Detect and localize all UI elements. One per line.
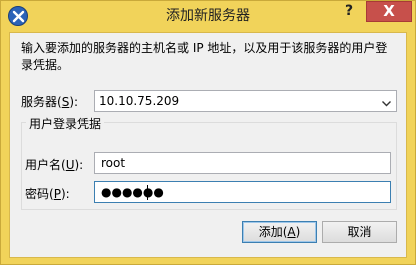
- username-hotkey: U: [65, 158, 75, 172]
- server-combobox[interactable]: 10.10.75.209: [94, 90, 397, 112]
- password-label-text: 密码: [25, 187, 50, 201]
- help-button[interactable]: ?: [334, 1, 364, 22]
- server-label-text: 服务器: [21, 95, 58, 109]
- server-hotkey: S: [61, 95, 70, 109]
- username-label-text: 用户名: [25, 158, 62, 172]
- text-caret: [147, 185, 148, 200]
- username-value[interactable]: root: [101, 156, 125, 170]
- dialog-body: 输入要添加的服务器的主机名或 IP 地址，以及用于该服务器的用户登录凭据。 服务…: [9, 32, 407, 258]
- password-field[interactable]: ●●●●●●: [94, 181, 391, 203]
- dialog-window: 添加新服务器 ? X 输入要添加的服务器的主机名或 IP 地址，以及用于该服务器…: [0, 0, 416, 265]
- close-button[interactable]: X: [366, 1, 412, 22]
- add-button-label: 添加: [258, 225, 283, 239]
- instruction-text: 输入要添加的服务器的主机名或 IP 地址，以及用于该服务器的用户登录凭据。: [21, 41, 388, 72]
- username-label: 用户名(U):: [25, 158, 84, 172]
- cancel-button[interactable]: 取消: [322, 221, 397, 243]
- password-label: 密码(P):: [25, 187, 70, 201]
- add-button[interactable]: 添加(A): [242, 221, 317, 243]
- title-bar[interactable]: 添加新服务器 ? X: [1, 1, 415, 31]
- add-hotkey: A: [287, 225, 296, 239]
- username-field[interactable]: root: [94, 152, 391, 174]
- password-hotkey: P: [53, 187, 61, 201]
- server-value[interactable]: 10.10.75.209: [99, 94, 179, 108]
- credentials-group-title: 用户登录凭据: [26, 115, 105, 132]
- server-label: 服务器(S):: [21, 95, 79, 109]
- password-value[interactable]: ●●●●●●: [101, 185, 164, 199]
- chevron-down-icon[interactable]: [382, 96, 391, 110]
